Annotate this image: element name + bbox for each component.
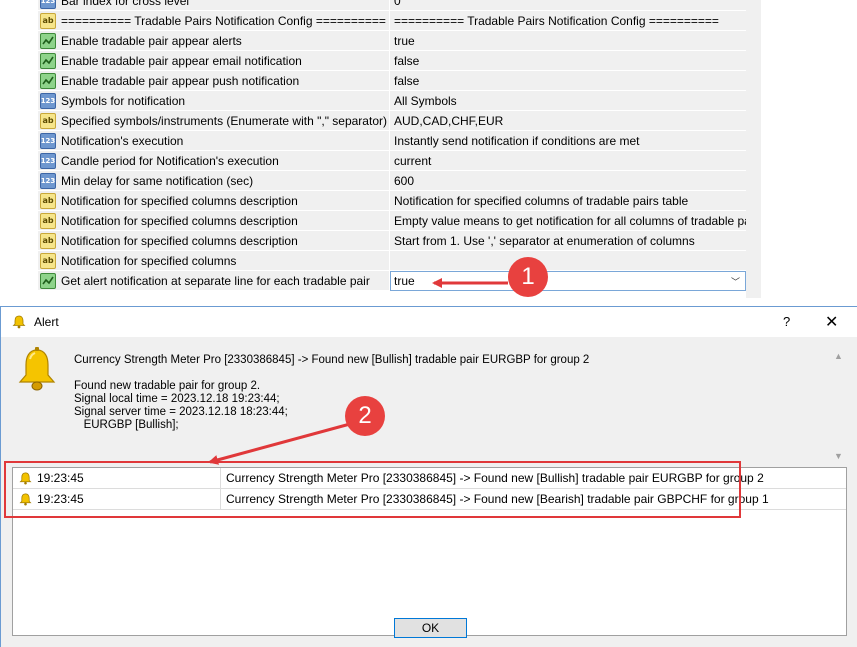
boolean-type-icon: [40, 72, 56, 89]
setting-label: Enable tradable pair appear alerts: [61, 33, 242, 48]
setting-row[interactable]: 123 Candle period for Notification's exec…: [38, 151, 746, 171]
alert-body: Found new tradable pair for group 2. Sig…: [74, 380, 288, 431]
setting-label: Notification for specified columns descr…: [61, 213, 298, 228]
setting-value[interactable]: false: [390, 51, 746, 70]
dialog-titlebar: Alert ? ✕: [1, 307, 857, 337]
setting-row[interactable]: ab Notification for specified columns: [38, 251, 746, 271]
setting-value[interactable]: Instantly send notification if condition…: [390, 131, 746, 150]
number-type-icon: 123: [40, 132, 56, 149]
row-gutter: [0, 0, 38, 298]
value-dropdown[interactable]: true ﹀: [390, 271, 746, 291]
setting-value[interactable]: Notification for specified columns of tr…: [390, 191, 746, 210]
setting-name-cell: ab Notification for specified columns des…: [38, 231, 390, 250]
ok-button[interactable]: OK: [394, 618, 467, 638]
setting-value[interactable]: Empty value means to get notification fo…: [390, 211, 746, 230]
highlight-rectangle: [4, 461, 741, 518]
setting-row[interactable]: ab Notification for specified columns des…: [38, 211, 746, 231]
setting-row[interactable]: Enable tradable pair appear email notifi…: [38, 51, 746, 71]
number-type-icon: 123: [40, 0, 56, 9]
bell-icon: [12, 315, 26, 329]
setting-label: Symbols for notification: [61, 93, 186, 108]
setting-label: Notification for specified columns descr…: [61, 233, 298, 248]
setting-label: Specified symbols/instruments (Enumerate…: [61, 113, 387, 128]
setting-value[interactable]: true: [390, 31, 746, 50]
number-type-icon: 123: [40, 172, 56, 189]
setting-name-cell: Get alert notification at separate line …: [38, 271, 390, 290]
setting-label: Enable tradable pair appear push notific…: [61, 73, 300, 88]
setting-label: Enable tradable pair appear email notifi…: [61, 53, 302, 68]
message-area: Currency Strength Meter Pro [2330386845]…: [1, 337, 857, 465]
setting-value[interactable]: false: [390, 71, 746, 90]
alert-headline: Currency Strength Meter Pro [2330386845]…: [74, 354, 590, 366]
setting-row[interactable]: 123 Notification's execution Instantly sen…: [38, 131, 746, 151]
setting-row[interactable]: 123 Symbols for notification All Symbols: [38, 91, 746, 111]
boolean-type-icon: [40, 272, 56, 289]
setting-row[interactable]: Enable tradable pair appear push notific…: [38, 71, 746, 91]
setting-name-cell: 123 Bar index for cross level: [38, 0, 390, 10]
setting-label: Notification for specified columns descr…: [61, 193, 298, 208]
setting-value[interactable]: ========== Tradable Pairs Notification C…: [390, 11, 746, 30]
annotation-badge-2: 2: [345, 396, 385, 436]
setting-row[interactable]: Enable tradable pair appear alerts true: [38, 31, 746, 51]
setting-name-cell: ab Notification for specified columns des…: [38, 191, 390, 210]
settings-table: 123 Bar index for cross level 0 ab =========…: [0, 0, 857, 298]
setting-row[interactable]: Get alert notification at separate line …: [38, 271, 746, 291]
setting-value[interactable]: true: [390, 271, 746, 291]
annotation-badge-1: 1: [508, 257, 548, 297]
boolean-type-icon: [40, 32, 56, 49]
string-type-icon: ab: [40, 12, 56, 29]
setting-label: Notification's execution: [61, 133, 184, 148]
chevron-down-icon[interactable]: ﹀: [731, 275, 740, 288]
setting-label: Notification for specified columns: [61, 253, 237, 268]
boolean-type-icon: [40, 52, 56, 69]
setting-value[interactable]: 0: [390, 0, 746, 10]
scroll-up-icon[interactable]: ▲: [834, 351, 843, 361]
string-type-icon: ab: [40, 192, 56, 209]
setting-label: Candle period for Notification's executi…: [61, 153, 279, 168]
setting-label: Bar index for cross level: [61, 0, 190, 8]
setting-name-cell: 123 Min delay for same notification (sec): [38, 171, 390, 190]
setting-row[interactable]: ab Notification for specified columns des…: [38, 191, 746, 211]
setting-label: ========== Tradable Pairs Notification C…: [61, 13, 386, 28]
setting-value[interactable]: Start from 1. Use ',' separator at enume…: [390, 231, 746, 250]
setting-name-cell: ab Notification for specified columns: [38, 251, 390, 270]
setting-value[interactable]: current: [390, 151, 746, 170]
settings-scrollbar[interactable]: [746, 0, 761, 298]
setting-value[interactable]: 600: [390, 171, 746, 190]
setting-row[interactable]: ab Notification for specified columns des…: [38, 231, 746, 251]
close-button[interactable]: ✕: [825, 312, 838, 332]
setting-name-cell: 123 Notification's execution: [38, 131, 390, 150]
setting-name-cell: 123 Symbols for notification: [38, 91, 390, 110]
string-type-icon: ab: [40, 112, 56, 129]
help-button[interactable]: ?: [783, 314, 790, 329]
setting-value[interactable]: All Symbols: [390, 91, 746, 110]
setting-name-cell: ab ========== Tradable Pairs Notification…: [38, 11, 390, 30]
setting-name-cell: Enable tradable pair appear push notific…: [38, 71, 390, 90]
large-bell-icon: [18, 347, 56, 391]
setting-label: Min delay for same notification (sec): [61, 173, 254, 188]
setting-row[interactable]: 123 Bar index for cross level 0: [38, 0, 746, 11]
setting-row[interactable]: ab Specified symbols/instruments (Enumera…: [38, 111, 746, 131]
setting-name-cell: Enable tradable pair appear email notifi…: [38, 51, 390, 70]
setting-row[interactable]: ab ========== Tradable Pairs Notification…: [38, 11, 746, 31]
string-type-icon: ab: [40, 252, 56, 269]
number-type-icon: 123: [40, 92, 56, 109]
string-type-icon: ab: [40, 212, 56, 229]
setting-row[interactable]: 123 Min delay for same notification (sec)…: [38, 171, 746, 191]
setting-name-cell: ab Notification for specified columns des…: [38, 211, 390, 230]
message-scrollbar[interactable]: ▲ ▼: [830, 347, 847, 465]
setting-label: Get alert notification at separate line …: [61, 273, 370, 288]
setting-value[interactable]: AUD,CAD,CHF,EUR: [390, 111, 746, 130]
setting-name-cell: Enable tradable pair appear alerts: [38, 31, 390, 50]
number-type-icon: 123: [40, 152, 56, 169]
scroll-down-icon[interactable]: ▼: [834, 451, 843, 461]
setting-value[interactable]: [390, 251, 746, 270]
setting-name-cell: ab Specified symbols/instruments (Enumera…: [38, 111, 390, 130]
string-type-icon: ab: [40, 232, 56, 249]
setting-name-cell: 123 Candle period for Notification's exec…: [38, 151, 390, 170]
dialog-title: Alert: [34, 315, 59, 329]
